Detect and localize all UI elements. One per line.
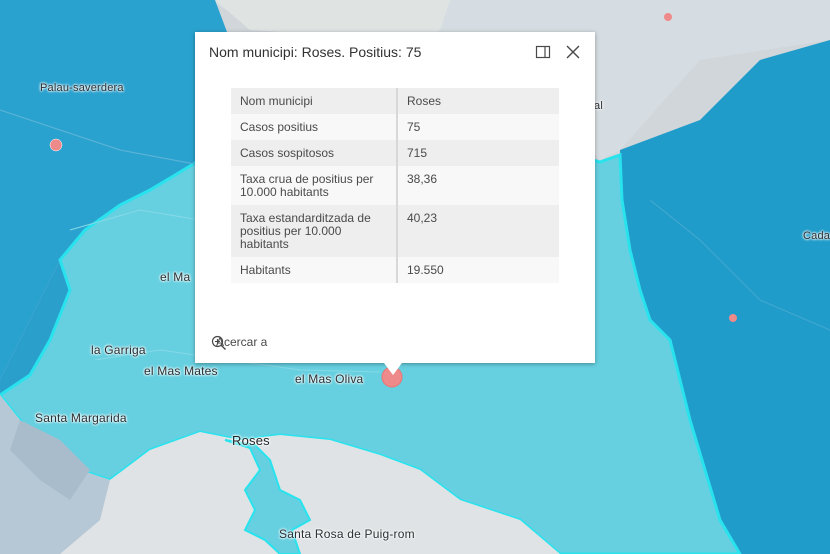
table-row: Taxa crua de positius per 10.000 habitan… <box>231 166 559 205</box>
attribute-key: Taxa crua de positius per 10.000 habitan… <box>231 166 398 205</box>
label-roses: Roses <box>232 433 270 448</box>
attribute-key: Casos positius <box>231 114 398 140</box>
table-row: Habitants 19.550 <box>231 257 559 283</box>
table-row: Casos sospitosos 715 <box>231 140 559 166</box>
case-marker-palau-saverdera[interactable] <box>49 138 63 152</box>
zoom-to-button[interactable]: Acercar a <box>211 335 267 350</box>
label-santa-rosa: Santa Rosa de Puig-rom <box>279 527 415 541</box>
label-palau-saverdera: Palau-saverdera <box>40 82 124 94</box>
feature-popup: Nom municipi: Roses. Positius: 75 Nom mu… <box>195 32 595 375</box>
attribute-key: Casos sospitosos <box>231 140 398 166</box>
map-view[interactable]: Palau-saverdera el Ma la Garriga el Mas … <box>0 0 830 554</box>
attribute-table: Nom municipi Roses Casos positius 75 Cas… <box>231 88 559 283</box>
attribute-key: Nom municipi <box>231 88 398 114</box>
label-el-mas-oliva: el Mas Oliva <box>295 372 364 386</box>
popup-pointer <box>384 363 402 375</box>
label-partial: al <box>594 100 603 112</box>
attribute-value: 40,23 <box>397 205 559 257</box>
attribute-key: Taxa estandarditzada de positius per 10.… <box>231 205 398 257</box>
table-row: Taxa estandarditzada de positius per 10.… <box>231 205 559 257</box>
table-row: Nom municipi Roses <box>231 88 559 114</box>
popup-title: Nom municipi: Roses. Positius: 75 <box>209 44 422 60</box>
label-el-ma: el Ma <box>160 270 191 284</box>
case-marker-cadaques[interactable] <box>729 314 737 322</box>
attribute-value: Roses <box>397 88 559 114</box>
dock-icon[interactable] <box>533 42 553 62</box>
attribute-value: 75 <box>397 114 559 140</box>
attribute-key: Habitants <box>231 257 398 283</box>
label-el-mas-mates: el Mas Mates <box>144 364 218 378</box>
attribute-value: 715 <box>397 140 559 166</box>
close-icon[interactable] <box>563 42 583 62</box>
attribute-value: 19.550 <box>397 257 559 283</box>
label-la-garriga: la Garriga <box>91 343 146 357</box>
label-cadaques-partial: Cada <box>803 230 830 242</box>
case-marker-north[interactable] <box>664 13 672 21</box>
label-santa-margarida: Santa Margarida <box>35 411 127 425</box>
attribute-value: 38,36 <box>397 166 559 205</box>
table-row: Casos positius 75 <box>231 114 559 140</box>
